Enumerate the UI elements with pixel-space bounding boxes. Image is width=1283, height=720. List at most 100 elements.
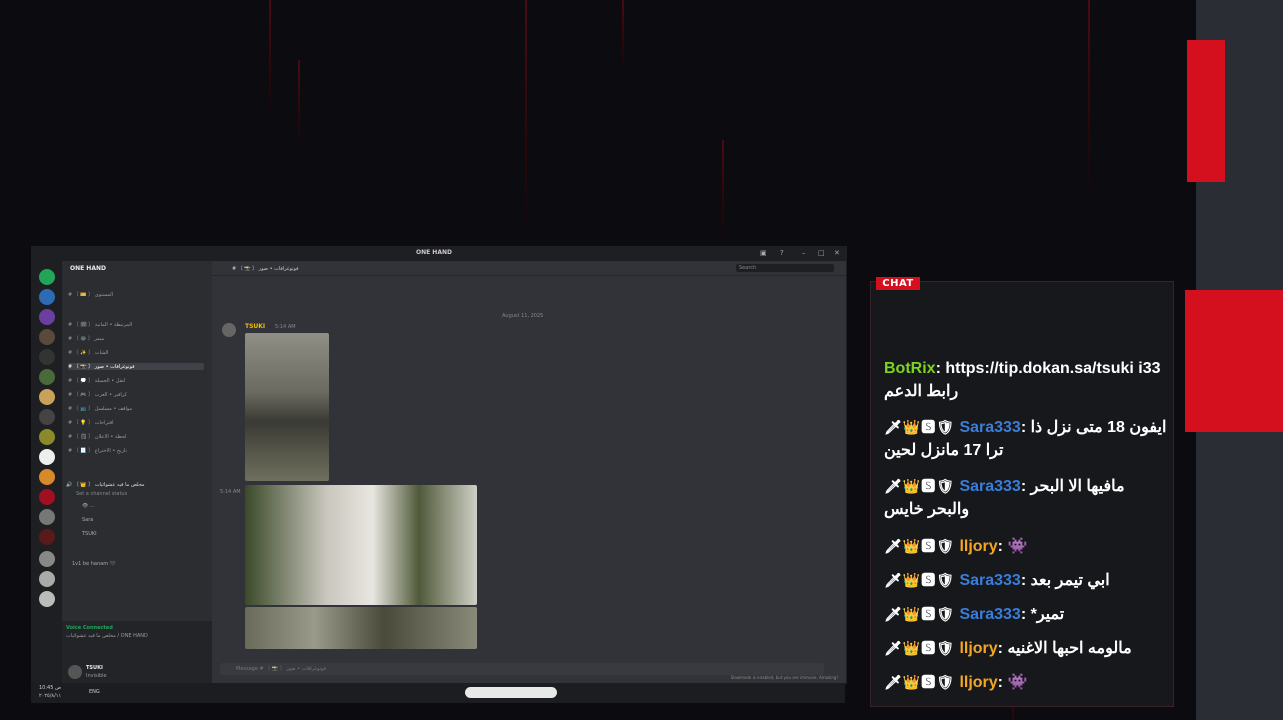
image-attachment[interactable] xyxy=(245,485,477,605)
server-icon[interactable] xyxy=(39,309,55,325)
chat-username: Sara333 xyxy=(959,572,1021,589)
chat-message: 🗡👑🆂🛡 lljory: مالومه احبها الاغنيه xyxy=(884,637,1168,660)
message-area: # 〘 📸 〙 فوتوغرافات • صور Search August 1… xyxy=(212,261,846,683)
server-icon[interactable] xyxy=(39,469,55,485)
badge-icons: 🗡👑🆂🛡 xyxy=(884,674,955,691)
slowmode-notice: Slowmode is enabled, but you are immune.… xyxy=(730,675,838,680)
server-icon[interactable] xyxy=(39,529,55,545)
help-icon[interactable]: ? xyxy=(780,249,784,257)
chat-username: Sara333 xyxy=(959,478,1021,495)
channel-header: # 〘 📸 〙 فوتوغرافات • صور Search xyxy=(212,261,846,276)
server-rail xyxy=(32,261,62,683)
close-icon[interactable]: ✕ xyxy=(834,249,840,257)
channel-title: # 〘 📸 〙 فوتوغرافات • صور xyxy=(232,266,299,272)
server-icon[interactable] xyxy=(39,349,55,365)
date-divider: August 11, 2025 xyxy=(502,313,544,319)
minimize-icon[interactable]: – xyxy=(802,249,806,257)
channel-list: ONE HAND # 〘 🎫 〙 المستوى # 〘 🗓 〙 المرتبط… xyxy=(62,261,212,683)
voice-member[interactable]: TSUKI xyxy=(82,531,97,537)
image-attachment[interactable] xyxy=(245,333,329,481)
badge-icons: 🗡👑🆂🛡 xyxy=(884,572,955,589)
chat-text: مالومه احبها الاغنيه xyxy=(1007,640,1132,657)
chat-username: lljory xyxy=(959,640,998,657)
server-icon[interactable] xyxy=(39,409,55,425)
server-icon[interactable] xyxy=(39,389,55,405)
chat-emote: 👾 xyxy=(1007,538,1028,555)
chat-username: BotRix xyxy=(884,360,936,377)
language-indicator[interactable]: ENG xyxy=(89,689,100,695)
channel-item[interactable]: # 〘 📃 〙 تاريخ • الاختراع xyxy=(68,447,127,454)
voice-channel[interactable]: 1v1 be hanam 🖤 xyxy=(72,561,116,567)
voice-connected-sub: مخلص ما فيه عشوائيات / ONE HAND xyxy=(66,633,148,639)
server-icon[interactable] xyxy=(39,551,55,567)
badge-icons: 🗡👑🆂🛡 xyxy=(884,419,955,436)
chat-emote: 👾 xyxy=(1007,674,1028,691)
server-icon[interactable] xyxy=(39,571,55,587)
server-icon[interactable] xyxy=(39,429,55,445)
voice-channel[interactable]: 🔊 〘 👑 〙 مخلص ما فيه عشوائيات xyxy=(66,481,145,488)
chat-text: تمير* xyxy=(1030,606,1065,623)
message-time: 5:14 AM xyxy=(275,324,296,330)
badge-icons: 🗡👑🆂🛡 xyxy=(884,538,955,555)
inbox-icon[interactable]: ▣ xyxy=(760,249,767,257)
server-name[interactable]: ONE HAND xyxy=(70,265,106,272)
badge-icons: 🗡👑🆂🛡 xyxy=(884,478,955,495)
chat-message: 🗡👑🆂🛡 Sara333: ايفون 18 متى نزل ذا ترا 17… xyxy=(884,416,1168,462)
red-accent-top xyxy=(1187,40,1225,182)
title-bar: ONE HAND ▣ ? – □ ✕ xyxy=(32,247,846,261)
username[interactable]: TSUKI xyxy=(86,665,103,671)
user-panel: Voice Connected مخلص ما فيه عشوائيات / O… xyxy=(62,621,212,683)
channel-item[interactable]: # 〘 😂 〙 ميمز xyxy=(68,335,104,342)
taskbar-search[interactable] xyxy=(465,687,557,698)
message-time: 5:14 AM xyxy=(220,489,241,495)
server-icon[interactable] xyxy=(39,289,55,305)
home-icon[interactable] xyxy=(39,269,55,285)
server-icon[interactable] xyxy=(39,509,55,525)
taskbar: 10:45 ص ٢٠٢٥/٨/١١ ENG xyxy=(31,683,845,703)
chat-username: lljory xyxy=(959,674,998,691)
server-icon[interactable] xyxy=(39,369,55,385)
voice-member[interactable]: Sara xyxy=(82,517,93,523)
chat-message: 🗡👑🆂🛡 Sara333: مافيها الا البحر والبحر خا… xyxy=(884,475,1168,521)
discord-window: ONE HAND ▣ ? – □ ✕ ONE HAND # 〘 🎫 〙 المس… xyxy=(31,246,847,684)
chat-header: CHAT xyxy=(876,277,920,290)
avatar[interactable] xyxy=(222,323,236,337)
maximize-icon[interactable]: □ xyxy=(818,249,825,257)
server-icon[interactable] xyxy=(39,449,55,465)
window-title: ONE HAND xyxy=(416,249,452,256)
server-icon[interactable] xyxy=(39,489,55,505)
badge-icons: 🗡👑🆂🛡 xyxy=(884,640,955,657)
voice-member[interactable]: 👁 ... xyxy=(82,503,95,509)
chat-message: 🗡👑🆂🛡 Sara333: ابي تيمر بعد xyxy=(884,569,1168,592)
channel-item[interactable]: # 〘 📺 〙 مواقف • مسلسل xyxy=(68,405,132,412)
chat-username: Sara333 xyxy=(959,606,1021,623)
channel-item[interactable]: # 〘 💭 〙 لنقل • الجميلة xyxy=(68,377,125,384)
taskbar-date[interactable]: ٢٠٢٥/٨/١١ xyxy=(39,693,61,699)
chat-text: ابي تيمر بعد xyxy=(1030,572,1110,589)
channel-item[interactable]: # 〘 ✨ 〙 الشات xyxy=(68,349,108,356)
chat-message: 🗡👑🆂🛡 lljory: 👾 xyxy=(884,671,1168,694)
chat-username: lljory xyxy=(959,538,998,555)
search-input[interactable]: Search xyxy=(736,264,834,272)
channel-item[interactable]: # 〘 🎫 〙 المستوى xyxy=(68,291,113,298)
channel-item-selected[interactable]: # 〘 📸 〙 فوتوغرافات • صور xyxy=(68,363,204,370)
badge-icons: 🗡👑🆂🛡 xyxy=(884,606,955,623)
image-attachment[interactable] xyxy=(245,607,477,649)
chat-message: 🗡👑🆂🛡 lljory: 👾 xyxy=(884,535,1168,558)
channel-item[interactable]: # 〘 🗓 〙 المرتبطة • المانية xyxy=(68,321,132,328)
channel-item[interactable]: # 〘 💡 〙 اقتراحات xyxy=(68,419,114,426)
voice-status: Set a channel status xyxy=(76,491,128,497)
avatar[interactable] xyxy=(68,665,82,679)
server-icon[interactable] xyxy=(39,329,55,345)
server-icon[interactable] xyxy=(39,591,55,607)
message-author[interactable]: TSUKI xyxy=(245,323,265,330)
user-status: Invisible xyxy=(86,673,107,679)
taskbar-clock[interactable]: 10:45 ص xyxy=(39,685,61,691)
channel-item[interactable]: # 〘 🎮 〙 كرافير • العزب xyxy=(68,391,127,398)
message-input[interactable]: Message # 〘 📸 〙 فوتوغرافات • صور xyxy=(220,663,824,675)
chat-username: Sara333 xyxy=(959,419,1021,436)
chat-message: 🗡👑🆂🛡 Sara333: تمير* xyxy=(884,603,1168,626)
voice-connected-label[interactable]: Voice Connected xyxy=(66,625,113,631)
chat-message: BotRix: https://tip.dokan.sa/tsuki i33 ر… xyxy=(884,360,1161,400)
channel-item[interactable]: # 〘 🗒 〙 لحظة • الاعلان xyxy=(68,433,126,440)
